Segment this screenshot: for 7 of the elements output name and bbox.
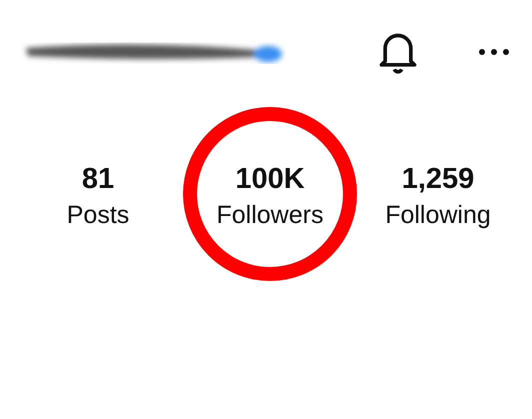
- stat-count: 100K: [235, 162, 305, 197]
- stat-label[interactable]: Following: [385, 198, 491, 232]
- stat-count: 81: [82, 162, 114, 197]
- stat-label[interactable]: Posts: [66, 198, 130, 232]
- more-icon[interactable]: [478, 48, 510, 56]
- stat-label[interactable]: Followers: [216, 198, 324, 232]
- stat-count: 1,259: [402, 162, 474, 197]
